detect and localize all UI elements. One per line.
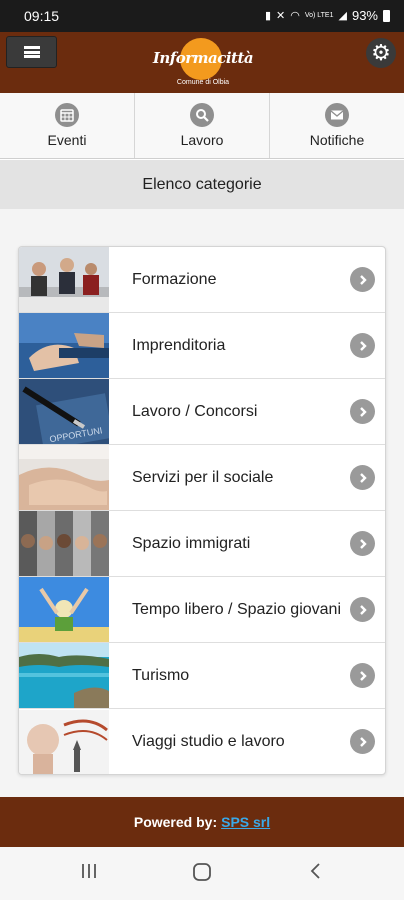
chevron-right-icon (350, 465, 375, 490)
status-bar: 09:15 ▮ ✕ ◠ Vo) LTE1 ◢ 93% (0, 0, 404, 32)
recent-apps-icon (82, 864, 96, 878)
category-thumbnail (19, 313, 109, 378)
nav-eventi[interactable]: Eventi (0, 93, 135, 158)
category-thumbnail (19, 709, 109, 774)
home-icon (193, 863, 211, 881)
category-thumbnail (19, 247, 109, 312)
category-thumbnail (19, 577, 109, 642)
app-logo: Informacittà Comune di Olbia (152, 38, 254, 90)
category-label: Servizi per il sociale (132, 468, 274, 486)
category-thumbnail (19, 445, 109, 510)
category-item-lavoro-concorsi[interactable]: OPPORTUNI Lavoro / Concorsi (19, 379, 385, 445)
calendar-icon (55, 103, 79, 127)
category-item-tempo-libero[interactable]: Tempo libero / Spazio giovani (19, 577, 385, 643)
back-button[interactable] (306, 861, 326, 886)
category-item-formazione[interactable]: Formazione (19, 247, 385, 313)
category-item-spazio-immigrati[interactable]: Spazio immigrati (19, 511, 385, 577)
chevron-right-icon (350, 267, 375, 292)
category-label: Tempo libero / Spazio giovani (132, 600, 342, 618)
home-button[interactable] (191, 861, 213, 888)
chevron-right-icon (350, 729, 375, 754)
recent-apps-button[interactable] (79, 861, 99, 886)
nav-lavoro[interactable]: Lavoro (135, 93, 270, 158)
category-label: Formazione (132, 270, 217, 288)
footer-link[interactable]: SPS srl (221, 814, 270, 830)
footer: Powered by: SPS srl (0, 797, 404, 847)
category-thumbnail (19, 643, 109, 708)
chevron-right-icon (350, 399, 375, 424)
category-label: Turismo (132, 666, 190, 684)
category-list: Formazione Imprenditoria OPPORTUNI Lavor… (18, 246, 386, 775)
category-label: Spazio immigrati (132, 534, 251, 552)
chevron-right-icon (350, 597, 375, 622)
settings-button[interactable]: ⚙ (366, 38, 396, 68)
footer-prefix: Powered by: (133, 814, 218, 830)
nav-label: Lavoro (180, 132, 224, 148)
logo-text: Informacittà (152, 49, 254, 67)
menu-button[interactable] (6, 36, 57, 68)
hamburger-icon (23, 46, 40, 58)
main-content: Formazione Imprenditoria OPPORTUNI Lavor… (0, 209, 404, 797)
category-item-turismo[interactable]: Turismo (19, 643, 385, 709)
signal-icon: ◢ (338, 10, 347, 22)
chevron-right-icon (350, 333, 375, 358)
category-item-viaggi-studio[interactable]: Viaggi studio e lavoro (19, 709, 385, 774)
app-header: Informacittà Comune di Olbia ⚙ (0, 32, 404, 93)
gear-icon: ⚙ (371, 40, 391, 65)
system-nav-bar (0, 847, 404, 900)
battery-percent: 93% (351, 8, 378, 23)
mute-icon: ✕ (276, 10, 286, 22)
battery-icon (383, 9, 390, 22)
category-thumbnail (19, 511, 109, 576)
network-label: Vo) LTE1 (304, 12, 334, 19)
search-icon (190, 103, 214, 127)
section-title: Elenco categorie (142, 175, 262, 193)
nav-notifiche[interactable]: Notifiche (270, 93, 404, 158)
status-time: 09:15 (24, 8, 60, 24)
category-label: Imprenditoria (132, 336, 226, 354)
category-item-imprenditoria[interactable]: Imprenditoria (19, 313, 385, 379)
chevron-right-icon (350, 663, 375, 688)
back-icon (310, 863, 320, 879)
envelope-icon (325, 103, 349, 127)
wifi-icon: ◠ (290, 10, 300, 22)
top-nav: Eventi Lavoro Notifiche (0, 93, 404, 159)
section-header: Elenco categorie (0, 160, 404, 209)
category-item-servizi-sociale[interactable]: Servizi per il sociale (19, 445, 385, 511)
category-label: Lavoro / Concorsi (132, 402, 258, 420)
chevron-right-icon (350, 531, 375, 556)
category-label: Viaggi studio e lavoro (132, 733, 285, 750)
status-icons: ▮ ✕ ◠ Vo) LTE1 ◢ 93% (265, 8, 390, 23)
logo-subtitle: Comune di Olbia (176, 79, 230, 86)
nav-label: Eventi (47, 132, 87, 148)
nav-label: Notifiche (309, 132, 365, 148)
category-thumbnail: OPPORTUNI (19, 379, 109, 444)
notification-icon: ▮ (264, 10, 271, 22)
